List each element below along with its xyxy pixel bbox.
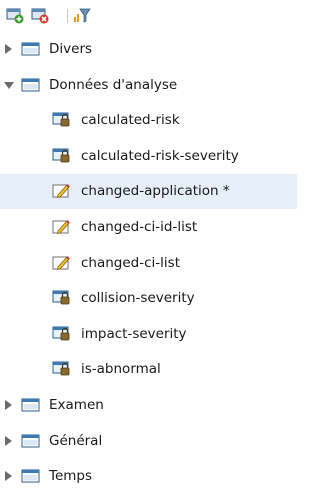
locked-variable-icon <box>52 360 72 378</box>
tree-folder-row[interactable]: Examen <box>0 388 297 423</box>
folder-icon <box>21 467 41 485</box>
locked-variable-icon <box>52 147 72 165</box>
locked-variable-icon <box>52 111 72 129</box>
filter-button[interactable] <box>73 6 91 24</box>
tree-folder-label: Temps <box>49 468 93 485</box>
folder-icon <box>21 396 41 414</box>
tree-folder-label: Général <box>49 432 103 449</box>
add-folder-button[interactable] <box>6 6 24 24</box>
expand-arrow-right-icon[interactable] <box>5 400 12 410</box>
folder-icon <box>21 432 41 450</box>
tree-item-label: changed-ci-list <box>81 254 180 271</box>
delete-folder-button[interactable] <box>31 6 49 24</box>
tree-folder-row[interactable]: Général <box>0 424 297 459</box>
tree-item-label: changed-application * <box>81 183 230 200</box>
expand-arrow-right-icon[interactable] <box>5 44 12 54</box>
tree-item-label: is-abnormal <box>81 361 161 378</box>
folder-icon <box>21 76 41 94</box>
tree-item-label: calculated-risk <box>81 112 180 129</box>
toolbar-separator <box>67 9 68 23</box>
tree-item-row[interactable]: changed-application * <box>0 174 297 210</box>
tree-item-row[interactable]: calculated-risk-severity <box>0 139 297 174</box>
tree-folder-label: Examen <box>49 397 104 413</box>
tree-folder-row[interactable]: Divers <box>0 32 297 67</box>
tree-item-row[interactable]: is-abnormal <box>0 352 297 387</box>
expand-arrow-down-icon[interactable] <box>4 81 14 89</box>
tree-item-label: collision-severity <box>81 290 195 307</box>
tree-folder-row[interactable]: Données d'analyse <box>0 68 297 103</box>
delete-folder-icon <box>31 8 49 24</box>
tree-folder-label: Données d'analyse <box>49 76 178 93</box>
tree-item-row[interactable]: calculated-risk <box>0 103 297 138</box>
editable-variable-icon <box>52 218 72 236</box>
tree-item-label: changed-ci-id-list <box>81 219 198 235</box>
editable-variable-icon <box>52 182 72 200</box>
tree-item-row[interactable]: changed-ci-id-list <box>0 210 297 245</box>
toolbar <box>0 0 297 32</box>
tree-item-row[interactable]: collision-severity <box>0 281 297 316</box>
editable-variable-icon <box>52 254 72 272</box>
tree-item-row[interactable]: impact-severity <box>0 317 297 352</box>
tree-item-label: impact-severity <box>81 325 187 342</box>
expand-arrow-right-icon[interactable] <box>5 471 12 482</box>
tree-item-label: calculated-risk-severity <box>81 147 239 164</box>
tree-item-row[interactable]: changed-ci-list <box>0 246 297 281</box>
add-folder-icon <box>6 8 24 24</box>
filter-icon <box>74 8 91 23</box>
tree-folder-label: Divers <box>49 41 93 57</box>
locked-variable-icon <box>52 325 72 343</box>
expand-arrow-right-icon[interactable] <box>5 435 12 446</box>
folder-icon <box>21 40 41 58</box>
locked-variable-icon <box>52 289 72 307</box>
tree-folder-row[interactable]: Temps <box>0 459 297 494</box>
